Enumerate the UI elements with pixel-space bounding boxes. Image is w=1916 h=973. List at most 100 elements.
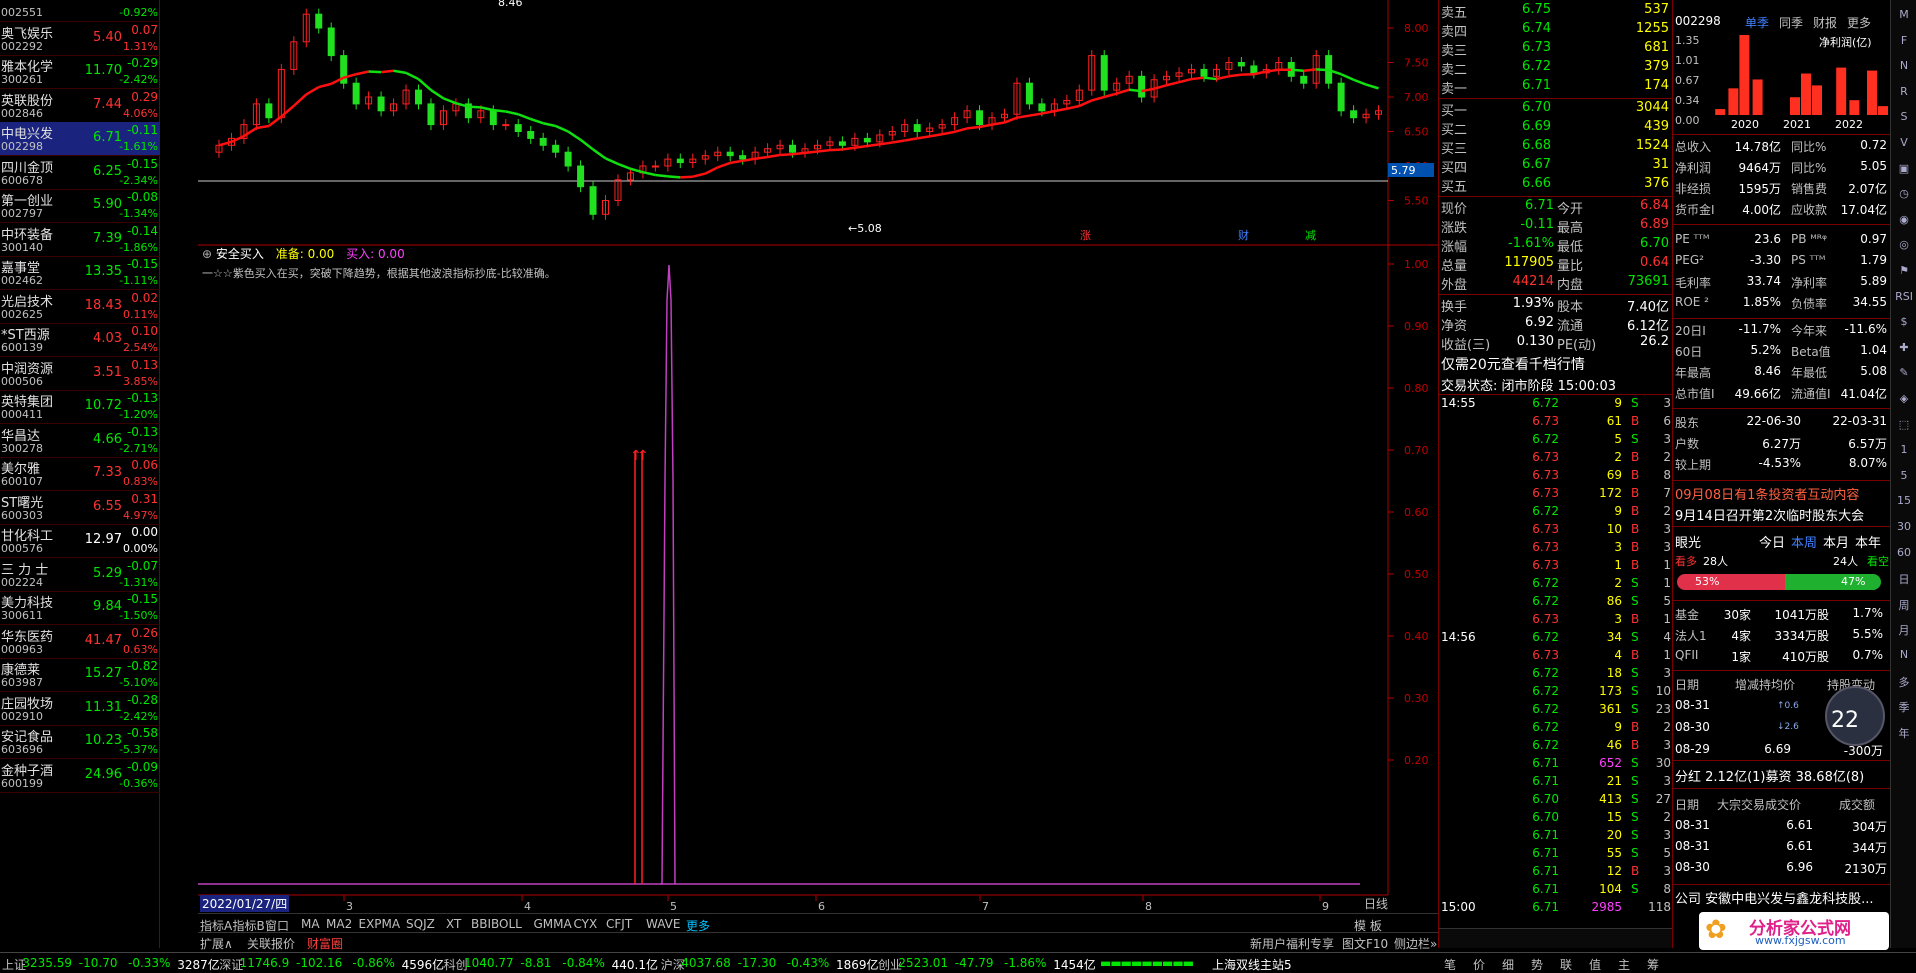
indicator-title[interactable]: 安全买入 (216, 247, 264, 261)
quote-view-button[interactable]: 主 (1618, 956, 1630, 973)
f10-tab[interactable]: 单季 (1745, 14, 1769, 31)
bid-price: 6.69 (1499, 119, 1551, 134)
f10-tab[interactable]: 同季 (1779, 14, 1803, 31)
tool-button[interactable]: ▣ (1894, 162, 1914, 176)
watchlist-row[interactable]: 光启技术00262518.430.020.11% (0, 290, 160, 324)
tool-button[interactable]: ◉ (1894, 213, 1914, 227)
tool-button[interactable]: 年 (1894, 725, 1914, 739)
month-label: 4 (524, 900, 531, 913)
period-tab[interactable]: 本年 (1855, 532, 1881, 551)
watchlist-row[interactable]: 中环装备3001407.39-0.14-1.86% (0, 223, 160, 257)
quote-view-button[interactable]: 价 (1473, 956, 1485, 973)
period-label[interactable]: 日线 (1364, 895, 1388, 912)
sentiment-label: 眼光 (1675, 532, 1701, 551)
watchlist-row[interactable]: ST曙光6003036.550.314.97% (0, 491, 160, 525)
quote-view-button[interactable]: 值 (1589, 956, 1601, 973)
tool-button[interactable]: ◎ (1894, 238, 1914, 252)
tool-button[interactable]: 周 (1894, 597, 1914, 611)
period-tab[interactable]: 本周 (1791, 532, 1817, 551)
period-tab[interactable]: 今日 (1759, 532, 1785, 551)
f10-link[interactable]: 图文F10 (1342, 935, 1388, 952)
stock-code: 600199 (1, 777, 43, 790)
kline-chart[interactable]: 8.007.507.006.506.005.505.791.000.900.80… (198, 0, 1438, 948)
extension-tab[interactable]: 扩展∧ (200, 935, 233, 952)
watchlist-row[interactable]: 美力科技3006119.84-0.15-1.50% (0, 591, 160, 625)
watchlist-row[interactable]: 英特集团00041110.72-0.13-1.20% (0, 390, 160, 424)
stat-value: 0.64 (1599, 255, 1669, 270)
tool-button[interactable]: ◷ (1894, 187, 1914, 201)
watchlist-row[interactable]: 第一创业0027975.90-0.08-1.34% (0, 189, 160, 223)
indicator-tab[interactable]: EXPMA (359, 917, 401, 931)
watchlist-row[interactable]: 康德莱60398715.27-0.82-5.10% (0, 658, 160, 692)
watchlist-row[interactable]: 安记食品60369610.23-0.58-5.37% (0, 725, 160, 759)
watchlist-row[interactable]: 华东医药00096341.470.260.63% (0, 625, 160, 659)
tool-button[interactable]: 5 (1894, 469, 1914, 483)
tool-button[interactable]: V (1894, 136, 1914, 150)
tool-button[interactable]: 1 (1894, 443, 1914, 457)
watchlist-row[interactable]: 中润资源0005063.510.133.85% (0, 357, 160, 391)
tool-button[interactable]: $ (1894, 315, 1914, 329)
indicator-tab[interactable]: SQJZ (406, 917, 435, 931)
promo-link[interactable]: 新用户福利专享 (1250, 935, 1334, 952)
chart-canvas[interactable]: 8.007.507.006.506.005.505.791.000.900.80… (198, 0, 1438, 948)
watchlist-row[interactable]: 嘉事堂00246213.35-0.15-1.11% (0, 256, 160, 290)
watchlist-row[interactable]: 甘化科工00057612.970.000.00% (0, 524, 160, 558)
tool-button[interactable]: F (1894, 34, 1914, 48)
watchlist-row[interactable]: 002551-4.29-0.92% (0, 0, 160, 22)
extension-tab[interactable]: 关联报价 (247, 935, 295, 952)
watchlist-row[interactable]: 奥飞娱乐0022925.400.071.31% (0, 22, 160, 56)
indicator-tab[interactable]: GMMA (534, 917, 572, 931)
watchlist-row[interactable]: 美尔雅6001077.330.060.83% (0, 457, 160, 491)
tool-button[interactable]: ◈ (1894, 392, 1914, 406)
tool-button[interactable]: ⚑ (1894, 264, 1914, 278)
indicator-tab[interactable]: MA (301, 917, 320, 931)
ask-label: 卖二 (1441, 59, 1467, 78)
watchlist-row[interactable]: 庄园牧场00291011.31-0.28-2.42% (0, 692, 160, 726)
f10-tab[interactable]: 更多 (1847, 14, 1871, 31)
quote-view-button[interactable]: 势 (1531, 956, 1543, 973)
tool-button[interactable]: M (1894, 8, 1914, 22)
quote-view-button[interactable]: 细 (1502, 956, 1514, 973)
quote-view-button[interactable]: 筹 (1647, 956, 1659, 973)
tool-button[interactable]: 15 (1894, 494, 1914, 508)
watchlist-row[interactable]: 雅本化学30026111.70-0.29-2.42% (0, 55, 160, 89)
f10-tab[interactable]: 财报 (1813, 14, 1837, 31)
extension-tab[interactable]: 财富圈 (307, 935, 343, 952)
tool-button[interactable]: ✚ (1894, 341, 1914, 355)
quote-view-button[interactable]: 笔 (1444, 956, 1456, 973)
period-tab[interactable]: 本月 (1823, 532, 1849, 551)
tick-price: 6.71 (1509, 900, 1559, 914)
tool-button[interactable]: S (1894, 110, 1914, 124)
watchlist-row[interactable]: 英联股份0028467.440.294.06% (0, 89, 160, 123)
tool-button[interactable]: 月 (1894, 622, 1914, 636)
ma-line-segment (443, 98, 455, 103)
tool-button[interactable]: 季 (1894, 699, 1914, 713)
tool-button[interactable]: ⬚ (1894, 418, 1914, 432)
tool-button[interactable]: 60 (1894, 546, 1914, 560)
tool-button[interactable]: RSI (1894, 290, 1914, 304)
indicator-tab[interactable]: MA2 (326, 917, 352, 931)
watchlist-row[interactable]: 三 力 士0022245.29-0.07-1.31% (0, 558, 160, 592)
tool-button[interactable]: 30 (1894, 520, 1914, 534)
price-tick-label: 7.00 (1404, 91, 1429, 104)
tool-button[interactable]: R (1894, 85, 1914, 99)
tool-button[interactable]: ✎ (1894, 366, 1914, 380)
tool-button[interactable]: N (1894, 59, 1914, 73)
indicator-tab[interactable]: BBIBOLL (471, 917, 522, 931)
news-item[interactable]: 09月08日有1条投资者互动内容 (1675, 484, 1859, 503)
indicator-tab[interactable]: WAVE (646, 917, 680, 931)
watchlist-row[interactable]: 中电兴发0022986.71-0.11-1.61% (0, 122, 160, 156)
sidebar-toggle[interactable]: 侧边栏» (1394, 935, 1437, 952)
quote-view-button[interactable]: 联 (1560, 956, 1572, 973)
indicator-tab[interactable]: CFJT (606, 917, 632, 931)
tool-button[interactable]: N (1894, 648, 1914, 662)
tool-button[interactable]: 日 (1894, 571, 1914, 585)
watchlist-row[interactable]: 金种子酒60019924.96-0.09-0.36% (0, 759, 160, 793)
indicator-tab[interactable]: CYX (574, 917, 598, 931)
watchlist-row[interactable]: 四川金顶6006786.25-0.15-2.34% (0, 156, 160, 190)
indicator-tab[interactable]: XT (446, 917, 461, 931)
watchlist-row[interactable]: 华昌达3002784.66-0.13-2.71% (0, 424, 160, 458)
watchlist-row[interactable]: *ST西源6001394.030.102.54% (0, 323, 160, 357)
tool-button[interactable]: 多 (1894, 674, 1914, 688)
news-item[interactable]: 9月14日召开第2次临时股东大会 (1675, 505, 1864, 524)
